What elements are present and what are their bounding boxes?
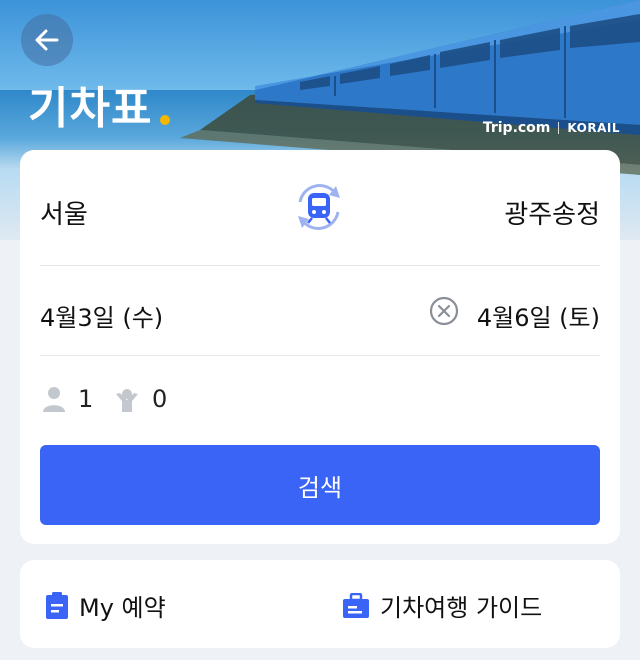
departure-station[interactable]: 서울 — [40, 194, 88, 231]
arrow-left-icon — [35, 29, 59, 51]
tripcom-logo: Trip.com — [482, 120, 551, 136]
child-icon — [116, 389, 138, 412]
departure-date[interactable]: 4월3일 (수) — [40, 298, 163, 333]
clear-return-date-button[interactable] — [429, 296, 459, 326]
train-travel-guide-link[interactable]: 기차여행 가이드 — [342, 588, 542, 623]
my-booking-label: My 예약 — [79, 594, 166, 622]
back-button[interactable] — [21, 14, 73, 66]
swap-stations-button[interactable] — [288, 176, 350, 238]
korail-logo: KORAIL — [567, 121, 620, 135]
brand-separator — [558, 122, 560, 134]
divider — [40, 265, 600, 266]
person-icon — [43, 387, 65, 412]
arrival-station[interactable]: 광주송정 — [504, 194, 600, 231]
child-count: 0 — [152, 385, 168, 413]
brand-logos: Trip.com KORAIL — [483, 120, 620, 136]
travel-guide-label: 기차여행 가이드 — [380, 594, 543, 622]
return-date[interactable]: 4월6일 (토) — [477, 298, 600, 333]
page-title: 기차표 — [28, 83, 153, 134]
adult-count: 1 — [78, 385, 94, 413]
title-accent-dot — [160, 115, 170, 125]
briefcase-icon — [343, 592, 369, 618]
route-row: 서울 광주송정 — [20, 150, 620, 265]
quick-links-card: My 예약 기차여행 가이드 — [20, 560, 620, 648]
divider — [40, 355, 600, 356]
my-booking-link[interactable]: My 예약 — [45, 588, 166, 623]
clear-circle-icon — [429, 296, 459, 326]
search-button[interactable]: 검색 — [40, 445, 600, 525]
adult-passenger-count[interactable]: 1 — [42, 385, 93, 413]
search-card: 서울 광주송정 4월3일 (수) 4월6일 (토) 1 0 검색 — [20, 150, 620, 544]
clipboard-icon — [46, 591, 68, 619]
child-passenger-count[interactable]: 0 — [114, 385, 167, 413]
train-swap-icon — [298, 184, 340, 230]
